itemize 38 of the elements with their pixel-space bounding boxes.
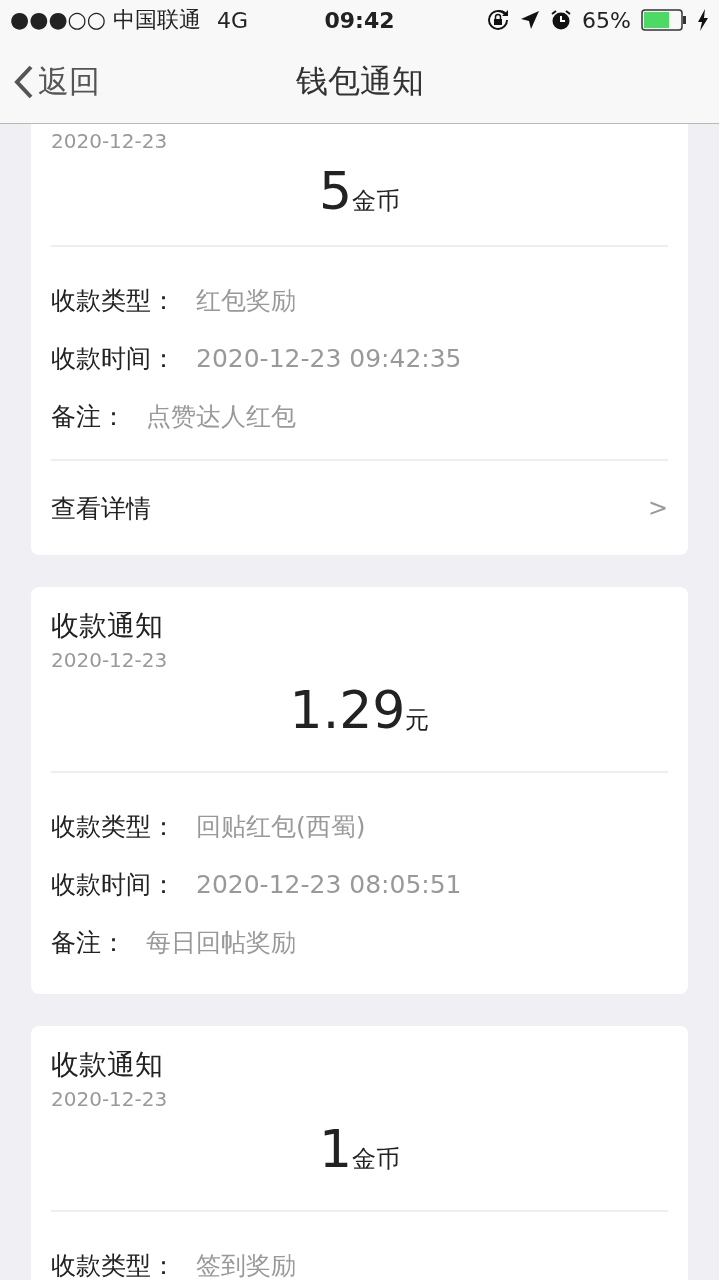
field-label: 收款时间： [51, 871, 176, 899]
back-button[interactable]: 返回 [14, 60, 100, 103]
network-type: 4G [217, 7, 249, 33]
field-value: 点赞达人红包 [146, 403, 296, 431]
battery-percent: 65% [582, 7, 631, 33]
back-chevron-icon [14, 64, 34, 99]
card-title: 收款通知 [51, 608, 164, 644]
field-label: 备注： [51, 403, 126, 431]
location-icon [520, 10, 541, 30]
field-label: 收款类型： [51, 287, 176, 315]
field-label: 收款时间： [51, 345, 176, 373]
amount-unit: 金币 [352, 1145, 401, 1175]
field-label: 收款类型： [51, 1252, 176, 1280]
amount: 1.29 [289, 679, 406, 742]
view-details-link[interactable]: 查看详情 > [51, 461, 668, 555]
field-label: 备注： [51, 929, 126, 957]
alarm-icon [550, 9, 573, 31]
field-value: 每日回帖奖励 [146, 929, 296, 957]
amount: 5 [318, 160, 353, 223]
carrier-signal: ●●●○○ 中国联通 [10, 6, 201, 34]
card-title: 收款通知 [51, 1047, 164, 1083]
amount-unit: 金币 [352, 187, 401, 217]
field-value: 红包奖励 [196, 287, 296, 315]
field-value: 2020-12-23 09:42:35 [196, 345, 462, 373]
clock-time: 09:42 [324, 7, 395, 33]
field-value: 签到奖励 [196, 1252, 296, 1280]
amount: 1 [318, 1118, 353, 1181]
field-label: 收款类型： [51, 813, 176, 841]
field-value: 回贴红包(西蜀) [196, 813, 366, 841]
charging-icon [697, 9, 709, 31]
card-date: 2020-12-23 [51, 128, 169, 155]
page-title: 钱包通知 [295, 60, 424, 102]
battery-icon [641, 9, 687, 31]
rotation-lock-icon [486, 8, 511, 32]
field-value: 2020-12-23 08:05:51 [196, 871, 462, 899]
card-date: 2020-12-23 [51, 1086, 169, 1113]
amount-unit: 元 [405, 705, 430, 736]
card-date: 2020-12-23 [51, 647, 169, 674]
